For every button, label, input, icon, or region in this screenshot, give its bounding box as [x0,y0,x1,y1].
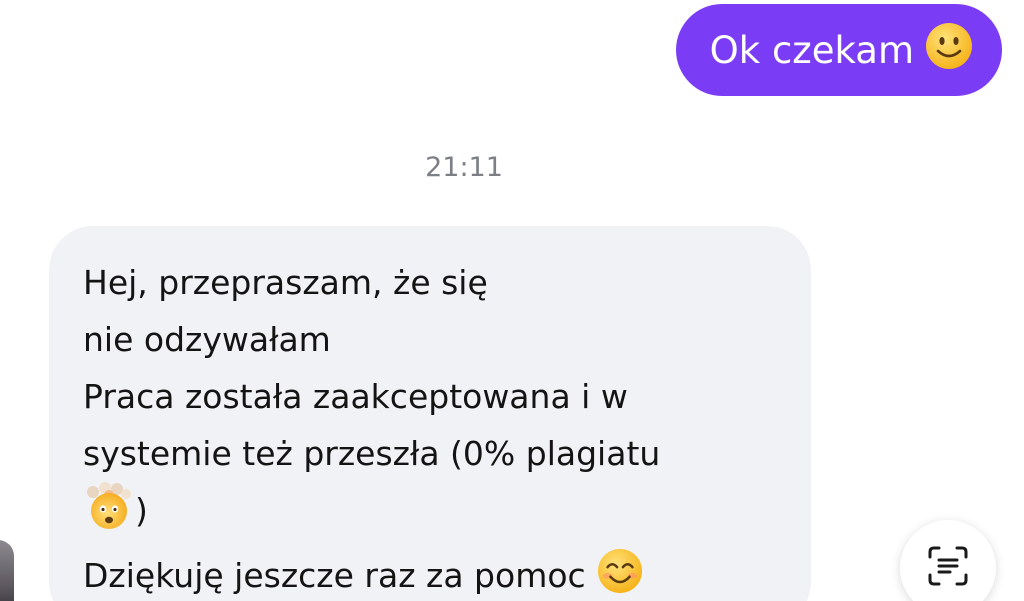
slightly-smiling-face-icon [924,21,974,80]
message-line: Praca została zaakceptowana i w [83,377,628,416]
incoming-message-bubble[interactable]: Hej, przepraszam, że się nie odzywałam P… [49,226,811,601]
message-line: systemie też przeszła (0% plagiatu [83,434,661,473]
text-scan-icon [926,544,970,592]
exploding-head-icon [83,482,135,547]
message-line-emoji-row: ) [83,482,781,547]
outgoing-message-bubble[interactable]: Ok czekam [675,4,1002,96]
message-line: Dziękuję jeszcze raz za pomoc [83,547,781,601]
chat-thread: Ok czekam 21:11 Hej, przepraszam, że się… [0,0,1024,601]
message-timestamp: 21:11 [425,152,503,183]
message-line-text: Dziękuję jeszcze raz za pomoc [83,556,586,595]
text-scan-button[interactable] [900,520,996,601]
message-line: Hej, przepraszam, że się [83,263,488,302]
closing-paren: ) [135,491,148,530]
smiling-face-icon [596,547,644,601]
message-line: nie odzywałam [83,320,331,359]
outgoing-message-text: Ok czekam [709,28,914,72]
avatar[interactable] [0,540,14,601]
